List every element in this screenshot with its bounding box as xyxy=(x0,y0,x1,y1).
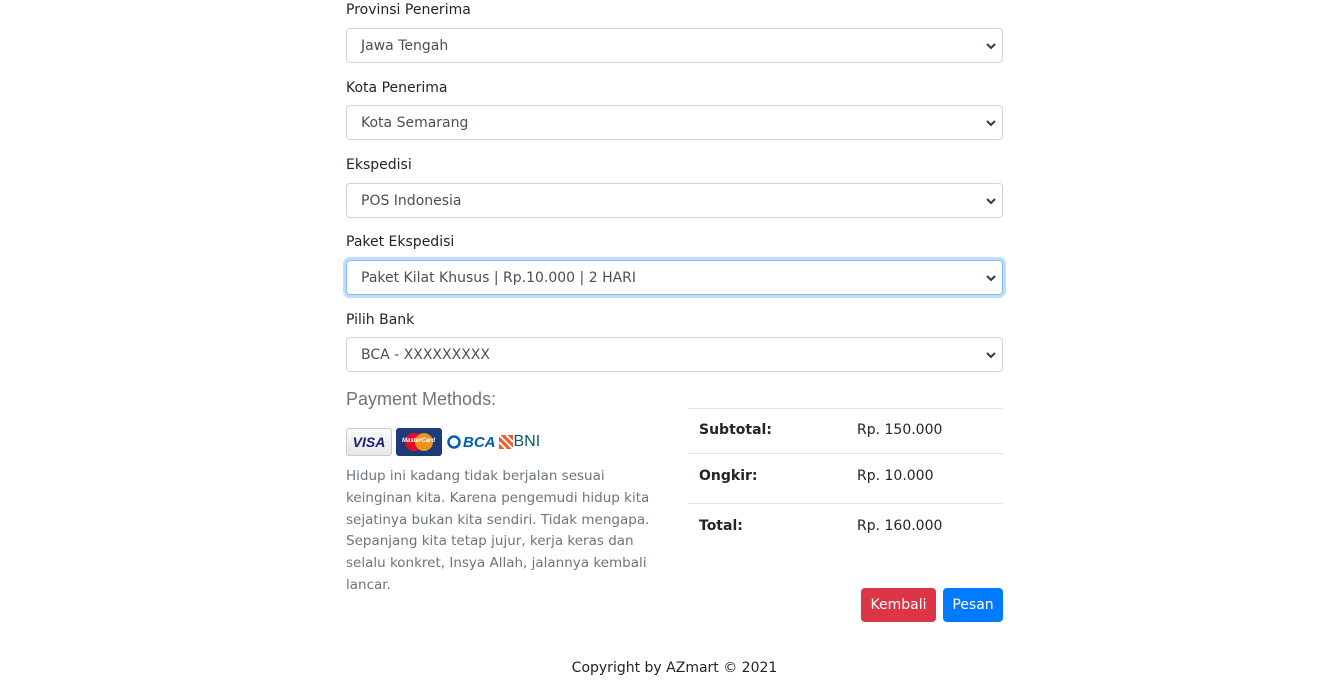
total-row: Total: Rp. 160.000 xyxy=(688,503,1003,549)
order-summary-table: Subtotal: Rp. 150.000 Ongkir: Rp. 10.000… xyxy=(688,408,1003,549)
chevron-down-icon xyxy=(986,352,996,359)
subtotal-label: Subtotal: xyxy=(699,422,772,438)
chevron-down-icon xyxy=(986,120,996,127)
payment-description: Hidup ini kadang tidak berjalan sesuai k… xyxy=(346,468,650,593)
bca-icon xyxy=(447,435,461,449)
bank-label: Pilih Bank xyxy=(346,312,415,328)
subtotal-row: Subtotal: Rp. 150.000 xyxy=(688,408,1003,453)
payment-methods-title: Payment Methods: xyxy=(346,389,497,409)
visa-logo: VISA xyxy=(346,428,392,456)
city-select[interactable]: Kota Semarang xyxy=(346,105,1003,140)
chevron-down-icon xyxy=(986,43,996,50)
bni-logo: BNI xyxy=(498,433,540,451)
province-select[interactable]: Jawa Tengah xyxy=(346,28,1003,63)
city-label: Kota Penerima xyxy=(346,80,448,96)
courier-label: Ekspedisi xyxy=(346,157,412,173)
shipping-row: Ongkir: Rp. 10.000 xyxy=(688,453,1003,503)
bni-icon xyxy=(498,435,513,449)
mastercard-logo: MasterCard xyxy=(396,428,442,456)
bank-value: BCA - XXXXXXXXX xyxy=(361,346,490,363)
shipping-value: Rp. 10.000 xyxy=(857,468,934,484)
bca-logo: BCA xyxy=(447,434,496,451)
package-value: Paket Kilat Khusus | Rp.10.000 | 2 HARI xyxy=(361,269,637,286)
back-button[interactable]: Kembali xyxy=(861,588,936,622)
payment-card-logos: VISA MasterCard BCA BNI xyxy=(346,427,540,457)
chevron-down-icon xyxy=(986,198,996,205)
footer-copyright: Copyright by AZmart © 2021 xyxy=(571,660,778,676)
order-button[interactable]: Pesan xyxy=(943,588,1003,622)
province-label: Provinsi Penerima xyxy=(346,2,471,18)
courier-value: POS Indonesia xyxy=(361,192,462,209)
package-select[interactable]: Paket Kilat Khusus | Rp.10.000 | 2 HARI xyxy=(346,260,1003,295)
total-value: Rp. 160.000 xyxy=(857,518,943,534)
city-value: Kota Semarang xyxy=(361,114,469,131)
bank-select[interactable]: BCA - XXXXXXXXX xyxy=(346,337,1003,372)
package-label: Paket Ekspedisi xyxy=(346,234,455,250)
chevron-down-icon xyxy=(986,275,996,282)
shipping-label: Ongkir: xyxy=(699,468,758,484)
province-value: Jawa Tengah xyxy=(361,37,449,54)
subtotal-value: Rp. 150.000 xyxy=(857,422,943,438)
courier-select[interactable]: POS Indonesia xyxy=(346,183,1003,218)
total-label: Total: xyxy=(699,518,743,534)
